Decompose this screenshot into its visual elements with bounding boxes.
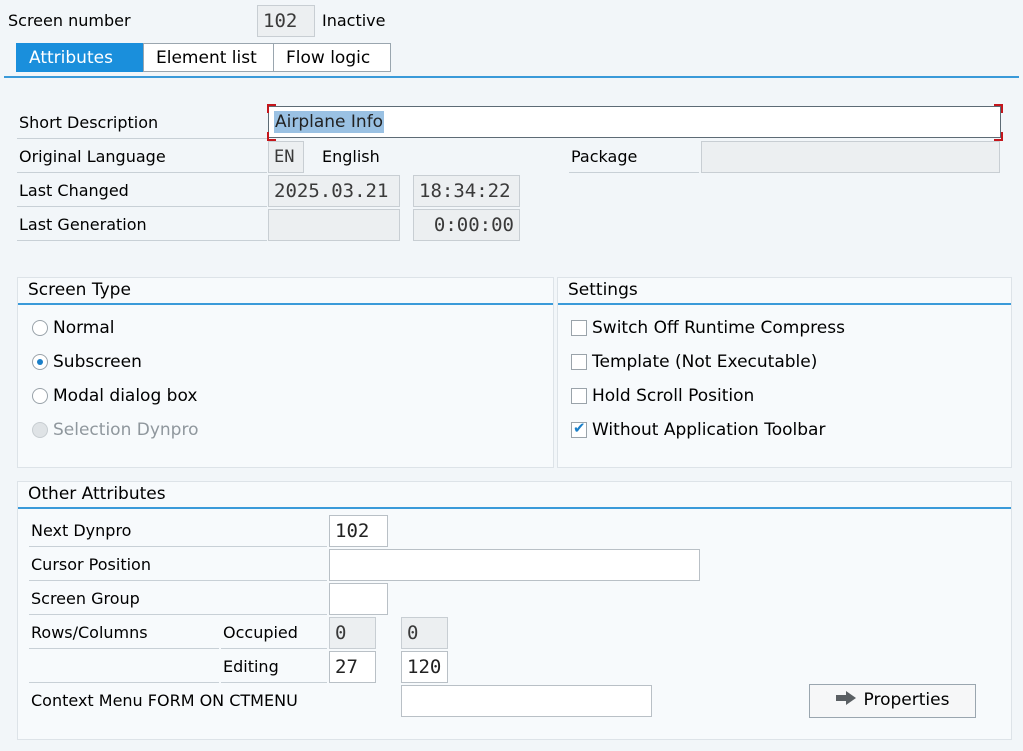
occupied-rows: 0 — [329, 617, 376, 649]
properties-button-label: Properties — [863, 690, 950, 710]
radio-modal-dialog[interactable] — [32, 388, 48, 404]
editing-rows-input[interactable]: 27 — [329, 651, 376, 683]
group-divider — [18, 507, 1011, 509]
screen-number-field: 102 — [257, 5, 315, 37]
rows-columns-label: Rows/Columns — [29, 617, 219, 649]
cursor-position-input[interactable] — [329, 549, 700, 581]
focus-corner — [994, 104, 1003, 113]
last-generation-date — [268, 209, 400, 241]
focus-corner — [267, 104, 276, 113]
tab-strip-underline — [4, 76, 1019, 78]
last-generation-time: 0:00:00 — [413, 209, 520, 241]
short-description-value: Airplane Info — [274, 111, 385, 133]
radio-selection-dynpro-label: Selection Dynpro — [53, 420, 199, 440]
checkbox-switch-off-runtime-compress[interactable] — [571, 320, 587, 336]
short-description-input[interactable]: Airplane Info — [268, 106, 1001, 138]
short-description-label: Short Description — [17, 107, 267, 139]
screen-type-title: Screen Type — [28, 280, 131, 300]
radio-subscreen-label: Subscreen — [53, 352, 142, 372]
language-code-field: EN — [268, 141, 304, 173]
tab-element-list[interactable]: Element list — [143, 43, 274, 72]
other-attributes-title: Other Attributes — [28, 484, 166, 504]
focus-corner — [994, 132, 1003, 141]
last-changed-date: 2025.03.21 — [268, 175, 400, 207]
checkbox-hold-scroll-position[interactable] — [571, 388, 587, 404]
radio-selection-dynpro — [32, 422, 48, 438]
next-dynpro-label: Next Dynpro — [29, 515, 327, 547]
rows-columns-spacer — [29, 651, 219, 683]
screen-group-label: Screen Group — [29, 583, 327, 615]
last-changed-label: Last Changed — [17, 175, 267, 207]
group-divider — [558, 303, 1011, 305]
package-label: Package — [569, 141, 699, 173]
radio-normal-label: Normal — [53, 318, 115, 338]
context-menu-input[interactable] — [401, 685, 652, 717]
group-divider — [18, 303, 553, 305]
checkbox-without-application-toolbar[interactable] — [571, 419, 587, 438]
arrow-right-icon — [835, 685, 856, 715]
context-menu-label: Context Menu FORM ON CTMENU — [31, 691, 298, 710]
checkbox-hold-scroll-position-label: Hold Scroll Position — [592, 386, 755, 406]
next-dynpro-input[interactable]: 102 — [329, 515, 388, 547]
package-field — [701, 141, 1000, 173]
checkbox-template-label: Template (Not Executable) — [592, 352, 818, 372]
status-text: Inactive — [322, 11, 386, 30]
radio-normal[interactable] — [32, 320, 48, 336]
checkbox-switch-off-runtime-compress-label: Switch Off Runtime Compress — [592, 318, 845, 338]
radio-subscreen[interactable] — [32, 354, 48, 370]
editing-cols-input[interactable]: 120 — [401, 651, 448, 683]
occupied-label: Occupied — [221, 617, 327, 649]
settings-title: Settings — [568, 280, 638, 300]
last-generation-label: Last Generation — [17, 209, 267, 241]
occupied-cols: 0 — [401, 617, 448, 649]
screen-number-label: Screen number — [8, 11, 131, 30]
editing-label: Editing — [221, 651, 327, 683]
checkbox-without-application-toolbar-label: Without Application Toolbar — [592, 420, 826, 440]
radio-modal-dialog-label: Modal dialog box — [53, 386, 198, 406]
tab-flow-logic[interactable]: Flow logic — [273, 43, 391, 72]
cursor-position-label: Cursor Position — [29, 549, 327, 581]
screen-group-input[interactable] — [329, 583, 388, 615]
tab-attributes[interactable]: Attributes — [16, 43, 144, 72]
last-changed-time: 18:34:22 — [413, 175, 520, 207]
focus-corner — [267, 132, 276, 141]
original-language-label: Original Language — [17, 141, 267, 173]
language-name: English — [322, 147, 380, 166]
properties-button[interactable]: Properties — [809, 684, 976, 718]
checkbox-template[interactable] — [571, 354, 587, 370]
